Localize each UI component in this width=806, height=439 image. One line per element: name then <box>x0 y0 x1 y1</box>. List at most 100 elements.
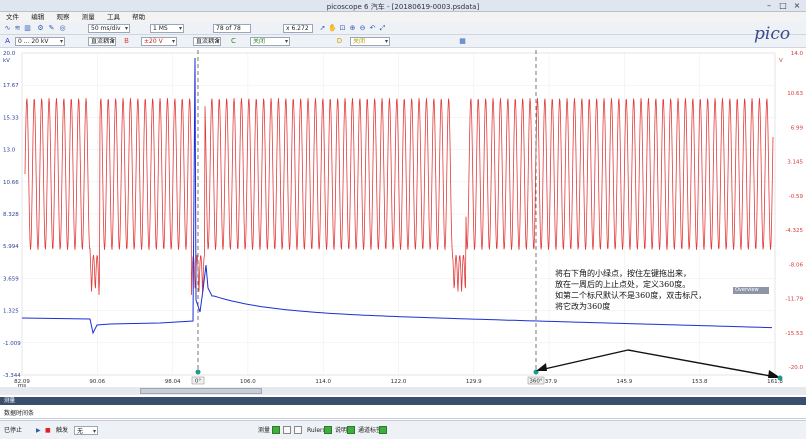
ruler-right-label: 360° <box>529 379 542 385</box>
zoom-readout[interactable]: x 6.272 <box>283 24 313 33</box>
scope-view[interactable]: 20.0 17.67 15.33 13.0 10.66 8.328 5.994 3.659 1.… <box>0 50 806 387</box>
right-tick-label: -20.0 <box>789 365 804 371</box>
persistence-mode-icon[interactable]: ≋ <box>13 24 22 33</box>
measurements-row: 数据时间条 <box>4 410 35 417</box>
capture-toolbar: ∿ ≋ ▥ ⚙ ✎ ◎ 50 ms/div 1 MS 78 of 78 x 6.… <box>0 22 806 35</box>
menu-help[interactable]: 帮助 <box>132 12 145 22</box>
right-tick-label: -15.53 <box>785 331 803 337</box>
waveform-chart[interactable]: 20.0 17.67 15.33 13.0 10.66 8.328 5.994 3.659 1.… <box>0 50 806 387</box>
zoom-fit-icon[interactable]: ⤢ <box>378 24 387 33</box>
right-axis: 14.0 10.63 6.99 3.145 -0.59 -4.325 -8.06 -11.79… <box>779 51 803 371</box>
overview-button[interactable]: Overview <box>733 287 769 294</box>
title-bar: picoscope 6 汽车 - [20180619-0003.psdata] … <box>0 0 806 12</box>
measure-label: 测量 <box>258 427 271 434</box>
left-tick-label: 8.328 <box>3 212 19 218</box>
annotation-line: 将右下角的小绿点，按住左键拖出来， <box>555 269 691 278</box>
ruler-left-handle[interactable] <box>195 369 201 375</box>
x-tick-label: 153.8 <box>692 379 708 385</box>
zoom-box-icon[interactable]: ⊡ <box>338 24 347 33</box>
run-icon[interactable]: ▶ <box>36 426 41 435</box>
rulers-label: Rulers <box>307 427 326 434</box>
right-tick-label: 6.99 <box>791 125 804 131</box>
trigger-label: 触发 <box>56 427 69 434</box>
tools-icon[interactable]: ✎ <box>47 24 56 33</box>
trigger-mode-select[interactable]: 无 <box>74 426 98 435</box>
zoom-out-icon[interactable]: ⊖ <box>358 24 367 33</box>
close-icon[interactable]: × <box>790 1 804 11</box>
menu-edit[interactable]: 编辑 <box>31 12 44 22</box>
x-axis: 82.09 90.06 98.04 106.0 114.0 122.0 129.9 137.9… <box>14 379 783 387</box>
left-tick-label: 5.994 <box>3 244 19 250</box>
math-channel-icon[interactable]: ▦ <box>458 37 467 46</box>
left-tick-label: -1.009 <box>3 341 21 347</box>
measurements-panel: 数据时间条 <box>0 405 806 419</box>
x-tick-label: 122.0 <box>391 379 407 385</box>
right-tick-label: 10.63 <box>787 91 803 97</box>
timebase-select[interactable]: 50 ms/div <box>88 24 130 33</box>
x-tick-label: 106.0 <box>240 379 256 385</box>
left-tick-label: 17.67 <box>3 83 19 89</box>
buffer-counter[interactable]: 78 of 78 <box>213 24 251 33</box>
menu-file[interactable]: 文件 <box>6 12 19 22</box>
samples-select[interactable]: 1 MS <box>150 24 184 33</box>
scope-mode-icon[interactable]: ∿ <box>3 24 12 33</box>
left-tick-label: 3.659 <box>3 276 19 282</box>
left-tick-label: 13.0 <box>3 148 16 154</box>
status-bar: 已停止 ▶ ■ 触发 无 测量 Rulers 说明 通道标签 <box>0 420 806 439</box>
channel-d-icon[interactable]: D <box>335 37 344 46</box>
right-tick-label: -4.325 <box>785 228 803 234</box>
x-tick-label: 114.0 <box>315 379 331 385</box>
hand-tool-icon[interactable]: ✋ <box>328 24 337 33</box>
stop-icon[interactable]: ■ <box>45 426 51 435</box>
channel-b-icon[interactable]: B <box>122 37 131 46</box>
add-measurement-icon[interactable] <box>272 426 280 434</box>
edit-measurement-icon[interactable] <box>283 426 291 434</box>
left-tick-label: 15.33 <box>3 115 19 121</box>
channel-a-icon[interactable]: A <box>3 37 12 46</box>
x-tick-label: 90.06 <box>89 379 105 385</box>
channel-d-select[interactable]: 关闭 <box>350 37 390 46</box>
arrow-to-ruler <box>539 349 629 371</box>
zoom-in-icon[interactable]: ⊕ <box>348 24 357 33</box>
left-tick-label: 10.66 <box>3 180 19 186</box>
channel-a-range[interactable]: 0 ... 20 kV <box>15 37 65 46</box>
left-tick-label: 1.325 <box>3 309 19 315</box>
right-tick-label: 3.145 <box>787 160 803 166</box>
channel-c-icon[interactable]: C <box>229 37 238 46</box>
arrow-head-left <box>536 363 547 371</box>
channel-b-trace <box>24 98 774 296</box>
menu-measure[interactable]: 测量 <box>82 12 95 22</box>
right-tick-label: -0.59 <box>789 194 804 200</box>
ruler-left-label: 0° <box>195 379 201 385</box>
new-ruler-dot[interactable] <box>777 375 783 381</box>
right-unit-label: V <box>779 58 783 64</box>
probe-icon[interactable]: ◎ <box>58 24 67 33</box>
maximize-icon[interactable]: □ <box>776 1 790 11</box>
horizontal-scrollbar[interactable] <box>0 387 806 395</box>
pointer-tool-icon[interactable]: ➚ <box>318 24 327 33</box>
arrow-to-corner <box>627 349 777 378</box>
scroll-thumb[interactable] <box>140 388 262 394</box>
channel-b-range[interactable]: ±20 V <box>141 37 177 46</box>
channel-labels-toggle-icon[interactable] <box>379 426 387 434</box>
right-tick-label: -11.79 <box>785 297 803 303</box>
right-tick-label: 14.0 <box>791 51 804 57</box>
menu-view[interactable]: 观察 <box>56 12 69 22</box>
channel-a-coupling[interactable]: 直流耦合 <box>88 37 116 46</box>
right-tick-label: -8.06 <box>789 262 804 268</box>
notes-toggle-icon[interactable] <box>347 426 355 434</box>
spectrum-mode-icon[interactable]: ▥ <box>23 24 32 33</box>
minimize-icon[interactable]: – <box>762 1 776 11</box>
settings-icon[interactable]: ⚙ <box>36 24 45 33</box>
left-axis: 20.0 17.67 15.33 13.0 10.66 8.328 5.994 3.659 1.… <box>3 51 21 379</box>
window-title: picoscope 6 汽车 - [20180619-0003.psdata] <box>326 3 480 11</box>
x-tick-label: 98.04 <box>165 379 181 385</box>
channel-c-select[interactable]: 关闭 <box>250 37 290 46</box>
rulers-toggle-icon[interactable] <box>324 426 332 434</box>
annotation-line: 将它改为360度 <box>555 302 611 311</box>
delete-measurement-icon[interactable] <box>294 426 302 434</box>
channel-b-coupling[interactable]: 直流耦合 <box>193 37 221 46</box>
menu-tools[interactable]: 工具 <box>107 12 120 22</box>
channel-toolbar: A 0 ... 20 kV 直流耦合 B ±20 V 直流耦合 C 关闭 D 关… <box>0 35 806 48</box>
undo-zoom-icon[interactable]: ↶ <box>368 24 377 33</box>
